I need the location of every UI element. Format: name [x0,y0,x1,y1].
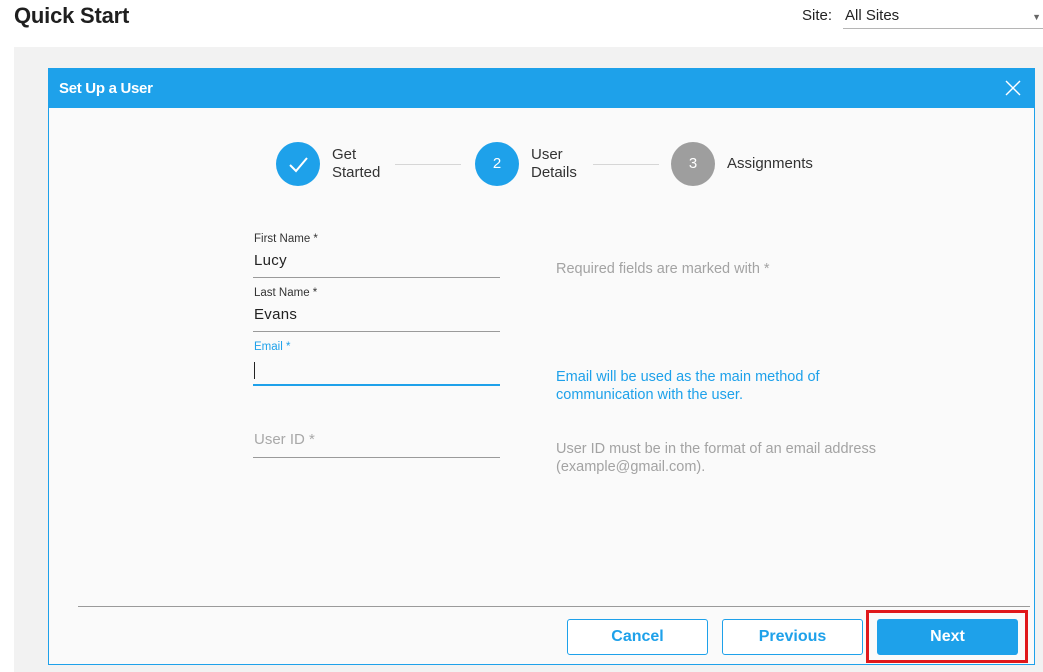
step-1-checkmark-icon [276,142,320,186]
modal-title: Set Up a User [59,80,153,97]
site-label: Site: [802,7,833,24]
chevron-down-icon: ▼ [1032,12,1041,22]
last-name-underline [253,331,500,332]
first-name-label: First Name * [254,233,318,245]
text-cursor [254,362,255,379]
close-icon[interactable] [1004,79,1022,97]
previous-button[interactable]: Previous [722,619,863,655]
first-name-underline [253,277,500,278]
modal-header: Set Up a User [49,69,1034,108]
last-name-label: Last Name * [254,287,318,299]
email-label: Email * [254,341,291,353]
email-hint: Email will be used as the main method of… [556,369,820,403]
next-button[interactable]: Next [877,619,1018,655]
step-2-label: User Details [531,146,577,181]
step-3-number: 3 [671,142,715,186]
first-name-field[interactable]: Lucy [254,252,500,274]
step-2-number: 2 [475,142,519,186]
step-connector-2 [593,164,659,165]
user-id-field[interactable]: User ID * [254,431,500,453]
site-select[interactable]: All Sites ▼ [843,3,1043,29]
email-underline [253,384,500,386]
quick-start-page: Quick Start Site: All Sites ▼ Set Up a U… [0,0,1043,672]
step-connector-1 [395,164,461,165]
user-id-hint: User ID must be in the format of an emai… [556,441,876,475]
email-field[interactable] [254,360,500,382]
setup-user-modal: Set Up a User Get Started 2 User Details [48,68,1035,665]
page-title: Quick Start [14,3,130,28]
user-id-underline [253,457,500,458]
site-select-value: All Sites [845,7,900,24]
step-3-label: Assignments [727,155,813,172]
cancel-button[interactable]: Cancel [567,619,708,655]
step-1-label: Get Started [332,146,381,181]
footer-divider [78,606,1030,607]
last-name-field[interactable]: Evans [254,306,500,328]
required-fields-hint: Required fields are marked with * [556,261,770,277]
